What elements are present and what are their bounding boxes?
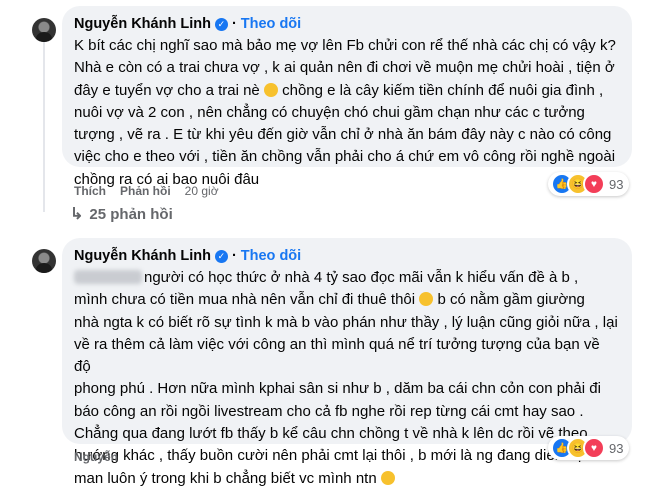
- replies-count: 25 phản hồi: [89, 206, 173, 223]
- comment-actions: Thích Phản hồi 20 giờ: [74, 184, 219, 198]
- follow-button[interactable]: Theo dõi: [241, 247, 301, 265]
- comment-line: đây e tuyển vợ cho a trai nè: [74, 81, 260, 99]
- avatar[interactable]: [32, 249, 56, 273]
- author-name[interactable]: Nguyễn Khánh Linh: [74, 247, 211, 265]
- comment-line: chồng e là cây kiếm tiền chính để nuôi g…: [282, 81, 604, 99]
- comment-line: b có nằm gầm giường: [437, 291, 585, 309]
- comment-header: Nguyễn Khánh Linh ✓ · Theo dõi: [74, 247, 620, 265]
- comment-bubble: Nguyễn Khánh Linh ✓ · Theo dõi người có …: [62, 238, 632, 487]
- comment-line: phong phú . Hơn nữa mình kphai sân si nh…: [74, 380, 601, 398]
- comment-bubble: Nguyễn Khánh Linh ✓ · Theo dõi K bít các…: [62, 6, 632, 188]
- separator-dot: ·: [231, 16, 237, 32]
- smile-emoji-icon: [263, 82, 278, 97]
- view-replies-button[interactable]: ↳ 25 phản hồi: [70, 206, 173, 223]
- next-author-partial: Nguyễn: [74, 450, 119, 464]
- comment-line: người có học thức ở nhà 4 tỷ sao đọc mãi…: [144, 269, 579, 286]
- reaction-summary[interactable]: 👍 😆 ♥ 93: [548, 436, 630, 460]
- reaction-count: 93: [609, 176, 624, 192]
- separator-dot: ·: [231, 248, 237, 264]
- follow-button[interactable]: Theo dõi: [241, 15, 301, 33]
- comment-line: Chẳng qua đang lướt fb thấy b kể câu chn…: [74, 425, 588, 443]
- timestamp[interactable]: 20 giờ: [185, 184, 219, 198]
- reply-button[interactable]: Phản hồi: [120, 184, 171, 198]
- verified-icon: ✓: [214, 17, 228, 31]
- hush-emoji-icon: [380, 470, 395, 485]
- verified-icon: ✓: [214, 249, 228, 263]
- comment-header: Nguyễn Khánh Linh ✓ · Theo dõi: [74, 15, 620, 33]
- love-icon: ♥: [583, 173, 605, 195]
- comment-text: người có học thức ở nhà 4 tỷ sao đọc mãi…: [74, 267, 620, 490]
- comment-line: nuôi vợ và 2 con , nên chẳng có chuyện c…: [74, 103, 585, 121]
- comment-line: man luôn ý trong khi b chẳng biết vc mìn…: [74, 469, 377, 487]
- reply-arrow-icon: ↳: [70, 205, 84, 223]
- comment-line: K bít các chị nghĩ sao mà bảo mẹ vợ lên …: [74, 37, 616, 54]
- laugh-emoji-icon: [419, 292, 434, 307]
- comment-text: K bít các chị nghĩ sao mà bảo mẹ vợ lên …: [74, 35, 620, 191]
- comment-line: về ra thêm cả làm việc với công an thì m…: [74, 335, 600, 376]
- comment-line: nhà ngta k có biết rõ sự tình k mà b vào…: [74, 313, 618, 331]
- reaction-summary[interactable]: 👍 😆 ♥ 93: [548, 172, 630, 196]
- comment-line: báo công an rồi ngồi livestream cho cả f…: [74, 402, 584, 420]
- thread-line: [43, 42, 45, 212]
- comment-line: tượng , vẽ ra . E từ khi yêu đến giờ vẫn…: [74, 126, 612, 144]
- like-button[interactable]: Thích: [74, 184, 106, 198]
- author-name[interactable]: Nguyễn Khánh Linh: [74, 15, 211, 33]
- comment-line: mình chưa có tiền mua nhà nên vẫn chỉ đi…: [74, 291, 416, 309]
- comment-line: việc cho e theo với , tiền ăn chồng vẫn …: [74, 148, 616, 166]
- comment-line: Nhà e còn có a trai chưa vợ , k ai quản …: [74, 59, 615, 77]
- mentioned-name-blurred[interactable]: [74, 270, 142, 284]
- avatar[interactable]: [32, 18, 56, 42]
- reaction-count: 93: [609, 440, 624, 456]
